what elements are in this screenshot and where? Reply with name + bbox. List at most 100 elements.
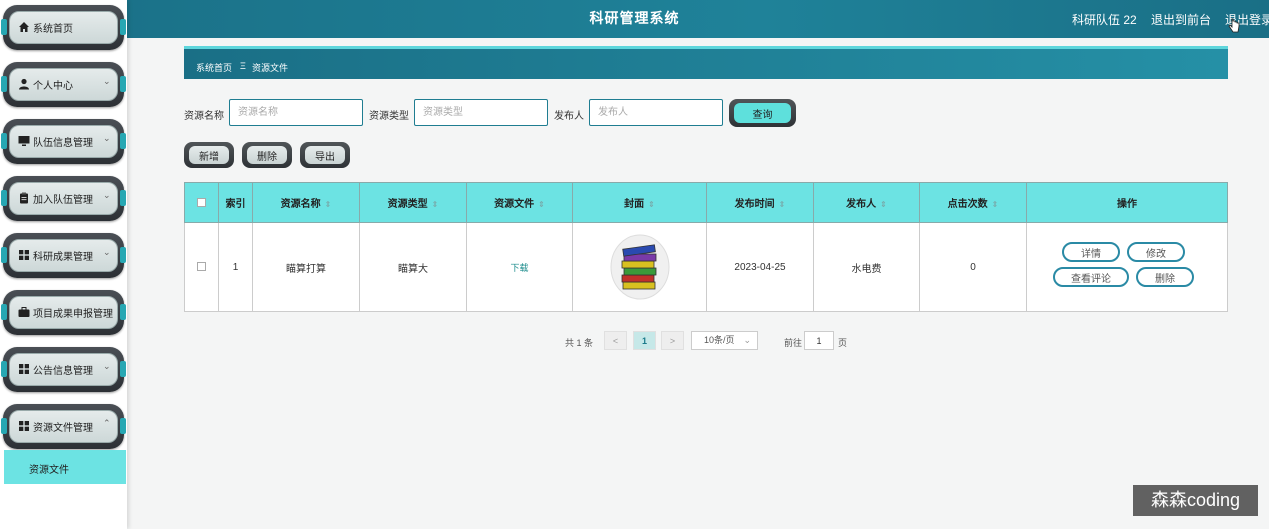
cell-cover [572, 222, 707, 312]
chevron-down-icon: ⌄ [103, 361, 111, 371]
monitor-icon [18, 136, 30, 146]
export-button-label: 导出 [315, 151, 335, 163]
select-all-checkbox[interactable] [197, 197, 206, 207]
sort-icon: ⇕ [431, 200, 439, 209]
sidebar-item-research-results[interactable]: 科研成果管理 ⌄ [1, 233, 126, 278]
add-button[interactable]: 新增 [184, 142, 234, 168]
sidebar-item-team-info[interactable]: 队伍信息管理 ⌄ [1, 119, 126, 164]
batch-delete-button-label: 删除 [257, 151, 277, 163]
batch-delete-button[interactable]: 删除 [242, 142, 292, 168]
sidebar-item-label: 科研成果管理 [33, 252, 93, 263]
col-publisher[interactable]: 发布人 ⇕ [813, 182, 920, 223]
next-page-button[interactable]: > [661, 331, 684, 350]
sort-icon: ⇕ [538, 200, 545, 209]
sidebar-item-personal-center[interactable]: 个人中心 ⌄ [1, 62, 126, 107]
chevron-down-icon: ⌄ [103, 133, 111, 143]
sidebar-item-label: 资源文件管理 [33, 423, 93, 434]
sidebar-item-project-declaration[interactable]: 项目成果申报管理 [1, 290, 126, 335]
resource-name-input[interactable] [229, 99, 363, 126]
sidebar-item-label: 项目成果申报管理 [33, 309, 113, 320]
cover-image[interactable] [610, 234, 670, 300]
cell-actions: 详情 修改 查看评论 删除 [1026, 222, 1228, 312]
breadcrumb: 系统首页 Ξ 资源文件 [184, 46, 1228, 79]
col-actions: 操作 [1026, 182, 1228, 223]
query-button-label: 查询 [752, 109, 773, 121]
grid-icon [19, 250, 29, 260]
page-size-value: 10条/页 [704, 335, 735, 345]
page-number-button[interactable]: 1 [633, 331, 656, 350]
page-size-select[interactable]: 10条/页 ⌄ [691, 331, 758, 350]
grid-icon [19, 421, 29, 431]
col-resource-type[interactable]: 资源类型 ⇕ [359, 182, 467, 223]
home-icon [19, 22, 29, 32]
sort-icon: ⇕ [324, 200, 332, 209]
publisher-label: 发布人 [554, 111, 584, 122]
breadcrumb-separator: Ξ [240, 61, 246, 71]
sidebar-item-label: 加入队伍管理 [33, 195, 93, 206]
user-icon [19, 78, 29, 90]
submenu-item-label: 资源文件 [29, 465, 69, 476]
row-select-cell[interactable] [184, 222, 219, 312]
delete-button[interactable]: 删除 [1136, 267, 1194, 287]
sidebar-item-join-team[interactable]: 加入队伍管理 ⌄ [1, 176, 126, 221]
sidebar-item-announcements[interactable]: 公告信息管理 ⌄ [1, 347, 126, 392]
col-resource-file[interactable]: 资源文件 ⇕ [466, 182, 573, 223]
resource-type-input[interactable] [414, 99, 548, 126]
sidebar-item-label: 个人中心 [33, 81, 73, 92]
page-suffix-label: 页 [838, 338, 848, 348]
chevron-down-icon: ⌄ [103, 76, 111, 86]
col-resource-name[interactable]: 资源名称 ⇕ [252, 182, 360, 223]
sidebar-item-resource-files[interactable]: 资源文件管理 ⌃ [1, 404, 126, 449]
row-checkbox[interactable] [197, 262, 206, 272]
table-header-row: 索引 资源名称 ⇕ 资源类型 ⇕ 资源文件 ⇕ 封面 ⇕ 发布时间 ⇕ 发布人 ⇕ 点击次数… [184, 182, 1228, 223]
resource-name-label: 资源名称 [184, 111, 224, 122]
sidebar: 系统首页 个人中心 ⌄ 队伍信息管理 ⌄ 加入队伍管理 ⌄ 科研成果管理 ⌄ 项… [0, 0, 127, 529]
chevron-down-icon: ⌄ [103, 247, 111, 257]
sidebar-item-label: 系统首页 [33, 24, 73, 35]
cell-resource-type: 瞄算大 [359, 222, 467, 312]
sidebar-item-home[interactable]: 系统首页 [1, 5, 126, 50]
sort-icon: ⇕ [648, 200, 655, 209]
sidebar-item-label: 队伍信息管理 [33, 138, 93, 149]
clipboard-icon [20, 192, 28, 204]
col-click-count[interactable]: 点击次数 ⇕ [919, 182, 1027, 223]
chevron-up-icon: ⌃ [103, 418, 111, 428]
watermark: 森森coding [1133, 485, 1258, 516]
export-button[interactable]: 导出 [300, 142, 350, 168]
col-cover[interactable]: 封面 ⇕ [572, 182, 707, 223]
publisher-input[interactable] [589, 99, 723, 126]
breadcrumb-current: 资源文件 [252, 63, 289, 73]
download-link[interactable]: 下载 [510, 263, 528, 273]
chevron-down-icon: ⌄ [103, 190, 111, 200]
edit-button[interactable]: 修改 [1127, 242, 1185, 262]
exit-to-front-link[interactable]: 退出到前台 [1151, 11, 1211, 28]
hand-cursor-icon [1228, 18, 1240, 33]
submenu-item-resource-files[interactable]: 资源文件 [4, 450, 126, 484]
col-publish-time[interactable]: 发布时间 ⇕ [706, 182, 814, 223]
detail-button[interactable]: 详情 [1062, 242, 1120, 262]
cell-resource-name: 瞄算打算 [252, 222, 360, 312]
sidebar-item-label: 公告信息管理 [33, 366, 93, 377]
sort-icon: ⇕ [880, 200, 887, 209]
sort-icon: ⇕ [991, 200, 999, 209]
cell-click-count: 0 [919, 222, 1027, 312]
breadcrumb-home[interactable]: 系统首页 [196, 61, 232, 74]
query-button[interactable]: 查询 [729, 99, 796, 127]
resource-table: 索引 资源名称 ⇕ 资源类型 ⇕ 资源文件 ⇕ 封面 ⇕ 发布时间 ⇕ 发布人 ⇕ 点击次数… [184, 182, 1228, 312]
cell-publish-time: 2023-04-25 [706, 222, 814, 312]
top-bar: 科研管理系统 科研队伍 22 退出到前台 退出登录 [0, 0, 1269, 38]
chevron-down-icon: ⌄ [743, 335, 751, 345]
grid-icon [19, 364, 29, 374]
add-button-label: 新增 [199, 151, 219, 163]
cell-publisher: 水电费 [813, 222, 920, 312]
col-index: 索引 [218, 182, 253, 223]
prev-page-button[interactable]: < [604, 331, 627, 350]
current-user: 科研队伍 22 [1072, 13, 1137, 27]
goto-page-input[interactable] [804, 331, 834, 350]
select-all-cell[interactable] [184, 182, 219, 223]
cell-resource-file: 下载 [466, 222, 573, 312]
sort-icon: ⇕ [778, 200, 786, 209]
cell-index: 1 [218, 222, 253, 312]
view-comments-button[interactable]: 查看评论 [1053, 267, 1129, 287]
briefcase-icon [18, 307, 30, 317]
